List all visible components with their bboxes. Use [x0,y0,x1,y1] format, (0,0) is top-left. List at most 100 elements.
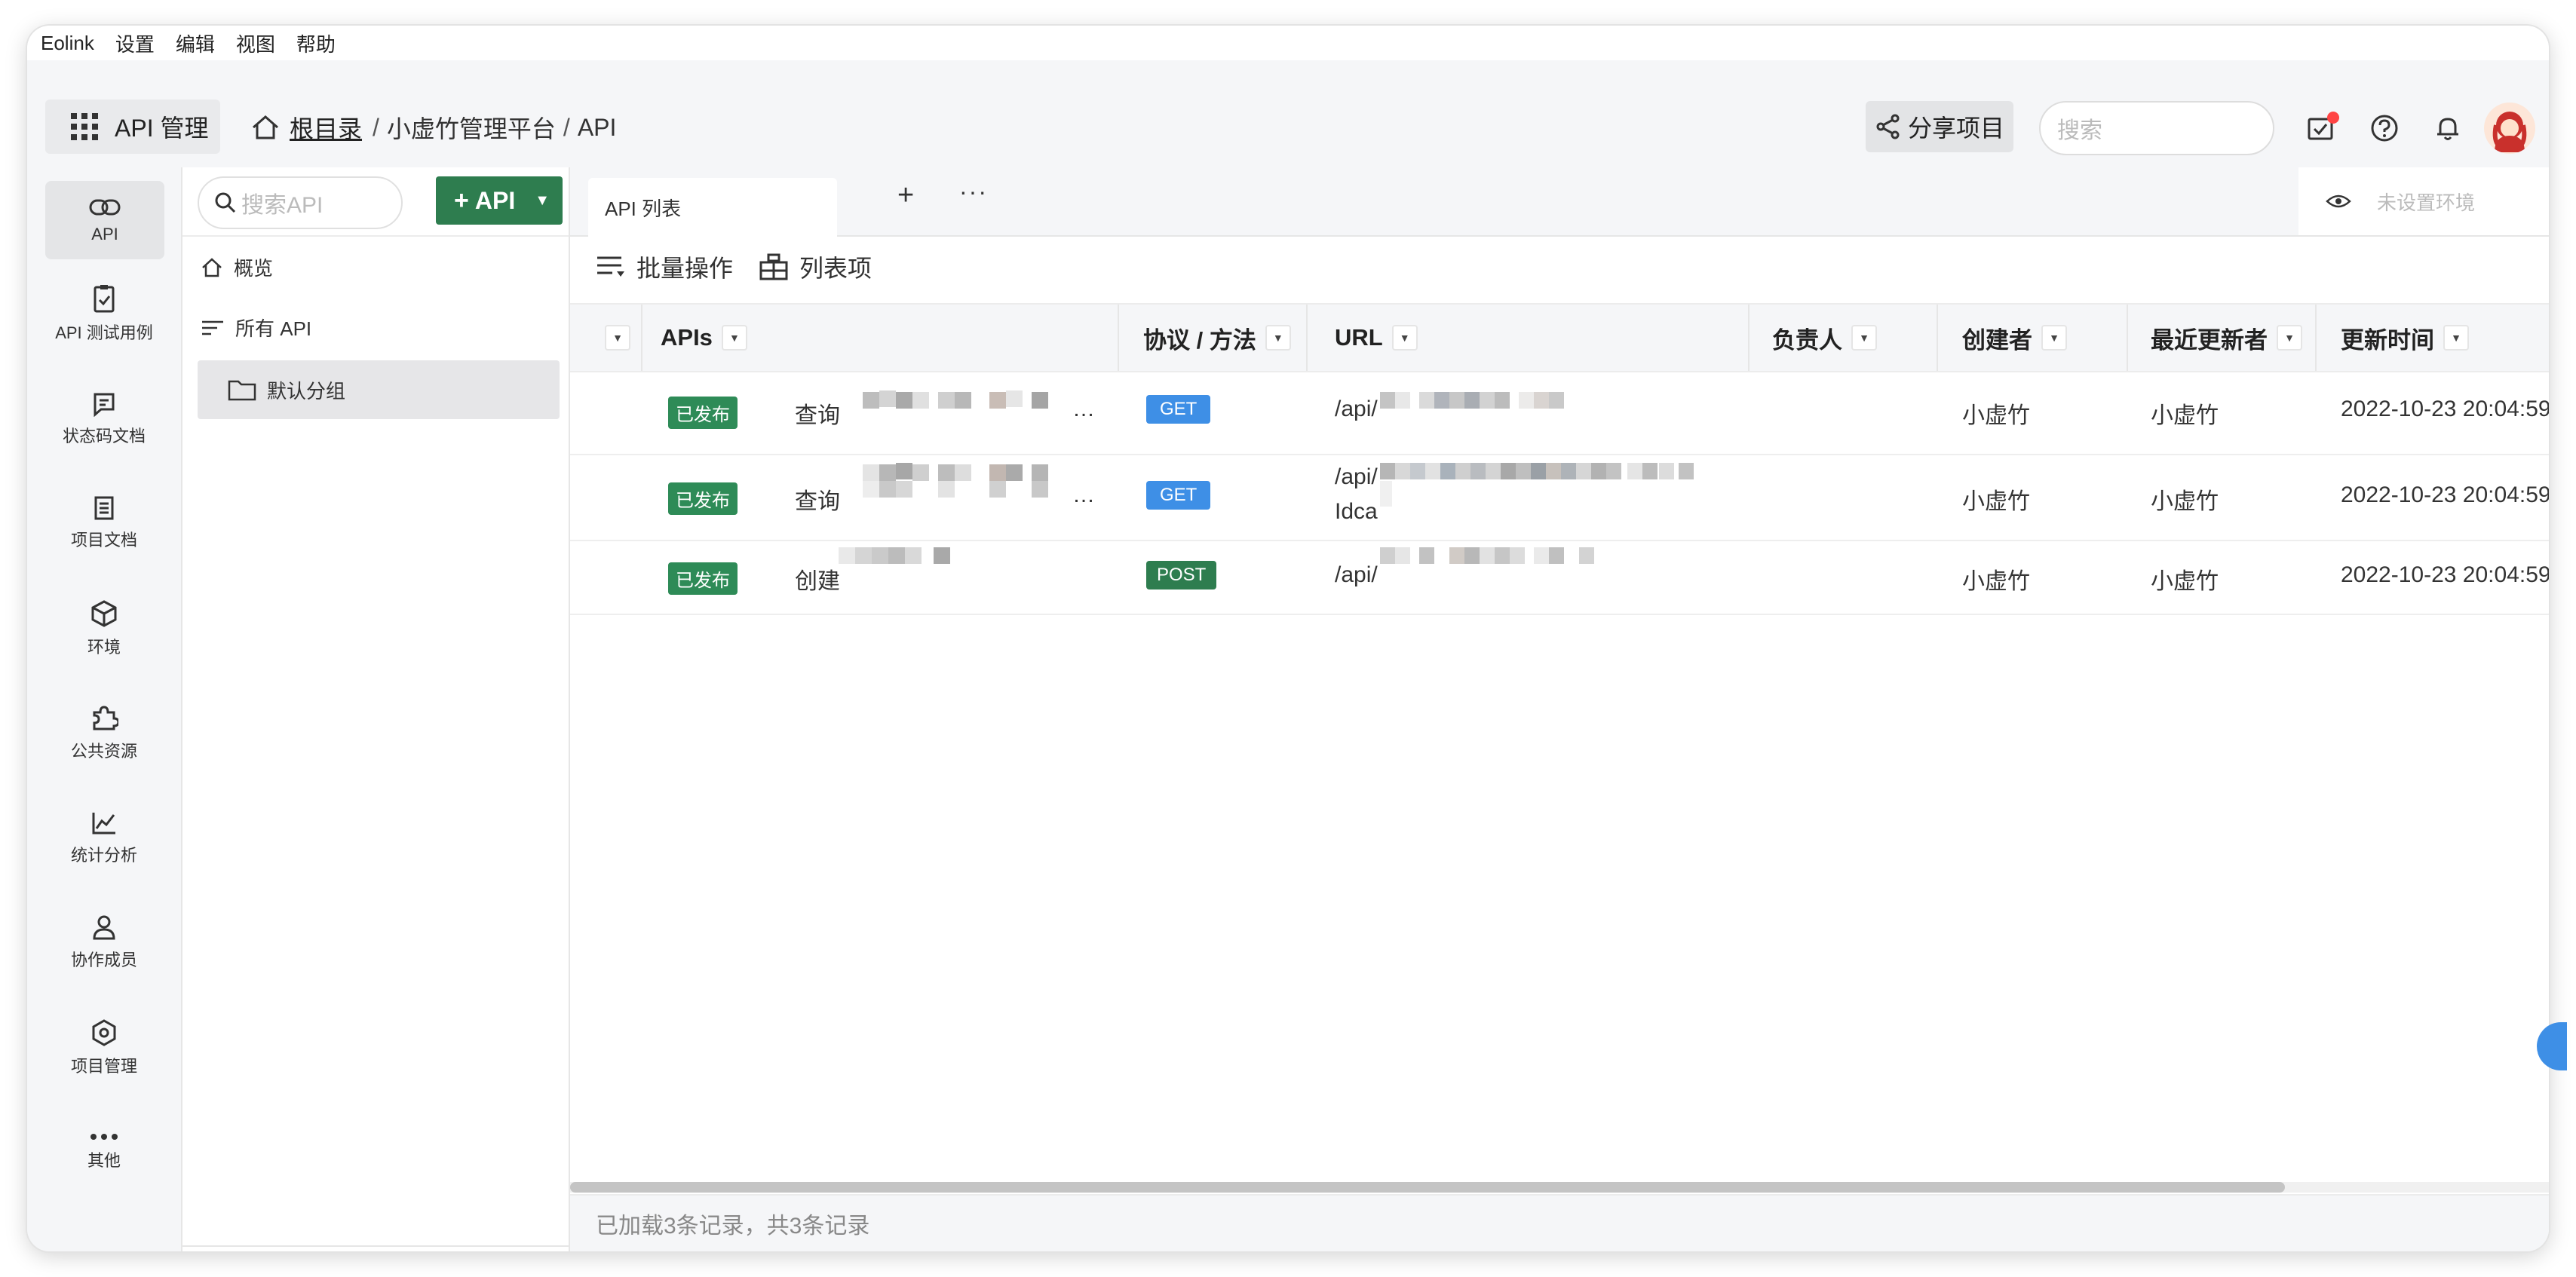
column-label: 最近更新者 [2151,326,2268,354]
rail-item-project-docs[interactable]: 项目文档 [27,478,181,568]
share-project-button[interactable]: 分享项目 [1866,101,2013,152]
menu-eolink[interactable]: Eolink [41,32,94,55]
api-url[interactable]: /api/ [1335,397,1378,422]
home-icon [202,257,222,277]
caret-down-icon[interactable]: ▼ [2277,325,2302,351]
tab-api-list[interactable]: API 列表 [588,178,837,237]
select-all-dropdown[interactable]: ▼ [605,305,630,371]
api-name[interactable]: 查询 [795,482,840,516]
apps-grid-icon [71,113,98,140]
caret-down-icon[interactable]: ▼ [1265,325,1291,351]
batch-operation-button[interactable]: 批量操作 [596,250,733,284]
user-icon [93,915,115,940]
column-divider [641,305,642,371]
menu-settings[interactable]: 设置 [115,29,155,57]
tree-item-label: 默认分组 [267,379,346,403]
horizontal-scrollbar-thumb[interactable] [570,1182,2285,1193]
menu-edit[interactable]: 编辑 [176,29,215,57]
caret-down-icon[interactable]: ▼ [535,192,550,210]
clipboard-check-icon [94,285,115,313]
rail-item-environment[interactable]: 环境 [27,583,181,674]
column-header-updater[interactable]: 最近更新者 ▼ [2151,305,2302,371]
rail-item-members[interactable]: 协作成员 [27,897,181,988]
api-url-line2[interactable]: Idca [1335,499,1378,525]
rail-item-more[interactable]: 其他 [27,1107,181,1197]
method-badge: POST [1146,561,1217,590]
help-icon[interactable] [2369,113,2400,147]
more-icon [90,1134,118,1140]
caret-down-icon[interactable]: ▼ [1851,325,1877,351]
column-header-url[interactable]: URL ▼ [1335,305,1418,371]
api-url[interactable]: /api/ [1335,464,1378,490]
bell-icon[interactable] [2433,113,2463,147]
updated-time: 2022-10-23 20:04:59 [2341,482,2549,507]
rail-item-label: 项目文档 [70,531,137,550]
api-name[interactable]: 查询 [795,397,840,430]
caret-down-icon[interactable]: ▼ [2041,325,2067,351]
record-count: 已加载3条记录，共3条记录 [596,1214,870,1239]
environment-select[interactable]: 未设置环境 [2298,167,2549,235]
rail-item-status-codes[interactable]: 状态码文档 [27,374,181,464]
creator: 小虚竹 [1962,489,2030,514]
table-row[interactable]: 已发布 查询 … GET /api/ Idca 小虚竹 小虚竹 2022-10-… [570,454,2549,541]
table-header: ▼ APIs ▼ 协议 / 方法 ▼ URL ▼ 负责人 ▼ 创建者 ▼ 最近更新者 ▼ 更… [570,303,2549,372]
api-name[interactable]: 创建 [795,562,840,596]
rail-item-statistics[interactable]: 统计分析 [27,793,181,883]
table-row[interactable]: 已发布 创建 POST /api/ 小虚竹 小虚竹 2022-10-23 20:… [570,540,2549,615]
column-label: APIs [661,324,713,351]
rail-item-label: 协作成员 [70,951,137,969]
column-header-updated-time[interactable]: 更新时间 ▼ [2341,305,2469,371]
rail-item-label: API 测试用例 [55,323,153,342]
document-icon [94,496,114,520]
api-name-ellipsis: … [1072,482,1095,507]
rail-item-public-resources[interactable]: 公共资源 [27,687,181,778]
environment-placeholder: 未设置环境 [2377,191,2476,214]
status-badge: 已发布 [668,482,738,515]
column-label: URL [1335,324,1383,351]
add-api-button[interactable]: + API ▼ [436,176,563,225]
api-url[interactable]: /api/ [1335,562,1378,588]
app-window: Eolink 设置 编辑 视图 帮助 API 管理 根目录 / 小虚竹管理平台 … [27,26,2549,1251]
rail-item-project-settings[interactable]: 项目管理 [27,1003,181,1093]
tree-item-label: 所有 API [235,317,312,340]
folder-icon [228,380,256,401]
column-header-apis[interactable]: APIs ▼ [661,305,747,371]
method-badge: GET [1146,395,1211,424]
user-avatar[interactable] [2484,103,2535,154]
caret-down-icon[interactable]: ▼ [2443,325,2469,351]
task-icon[interactable] [2306,112,2339,147]
column-header-creator[interactable]: 创建者 ▼ [1962,305,2067,371]
gear-icon [92,1019,116,1046]
caret-down-icon[interactable]: ▼ [1391,325,1418,351]
rail-item-test-cases[interactable]: API 测试用例 [27,268,181,359]
add-api-label: API [474,186,516,214]
column-header-method[interactable]: 协议 / 方法 ▼ [1143,305,1291,371]
breadcrumb-root[interactable]: 根目录 [290,110,362,145]
rail-item-api[interactable]: API [45,181,164,259]
column-divider [1937,305,1938,371]
caret-down-icon: ▼ [605,325,630,351]
list-columns-button[interactable]: 列表项 [759,250,872,284]
tree-item-all-api[interactable]: 所有 API [201,314,311,341]
redacted-text [1380,392,1606,412]
column-divider [1306,305,1308,371]
more-tabs-icon[interactable]: ··· [959,178,988,206]
batch-list-icon [597,256,624,277]
api-search-input[interactable]: 搜索API [198,176,403,229]
menu-view[interactable]: 视图 [236,29,275,57]
column-header-owner[interactable]: 负责人 ▼ [1772,305,1877,371]
add-tab-icon[interactable]: + [897,179,914,212]
api-name-ellipsis: … [1072,397,1095,421]
last-updater: 小虚竹 [2151,489,2219,514]
table-row[interactable]: 已发布 查询 … GET /api/ 小虚竹 小虚竹 2022-10-23 20… [570,369,2549,455]
global-search-input[interactable]: 搜索 [2039,101,2274,155]
link-icon [89,199,121,216]
creator: 小虚竹 [1962,569,2030,594]
api-search-placeholder: 搜索API [241,193,324,218]
menu-help[interactable]: 帮助 [296,29,336,57]
tree-item-default-group[interactable]: 默认分组 [198,360,560,419]
tree-item-overview[interactable]: 概览 [201,253,273,281]
breadcrumb-project[interactable]: 小虚竹管理平台 [387,110,556,145]
api-management-button[interactable]: API 管理 [45,100,220,154]
caret-down-icon[interactable]: ▼ [721,325,747,351]
